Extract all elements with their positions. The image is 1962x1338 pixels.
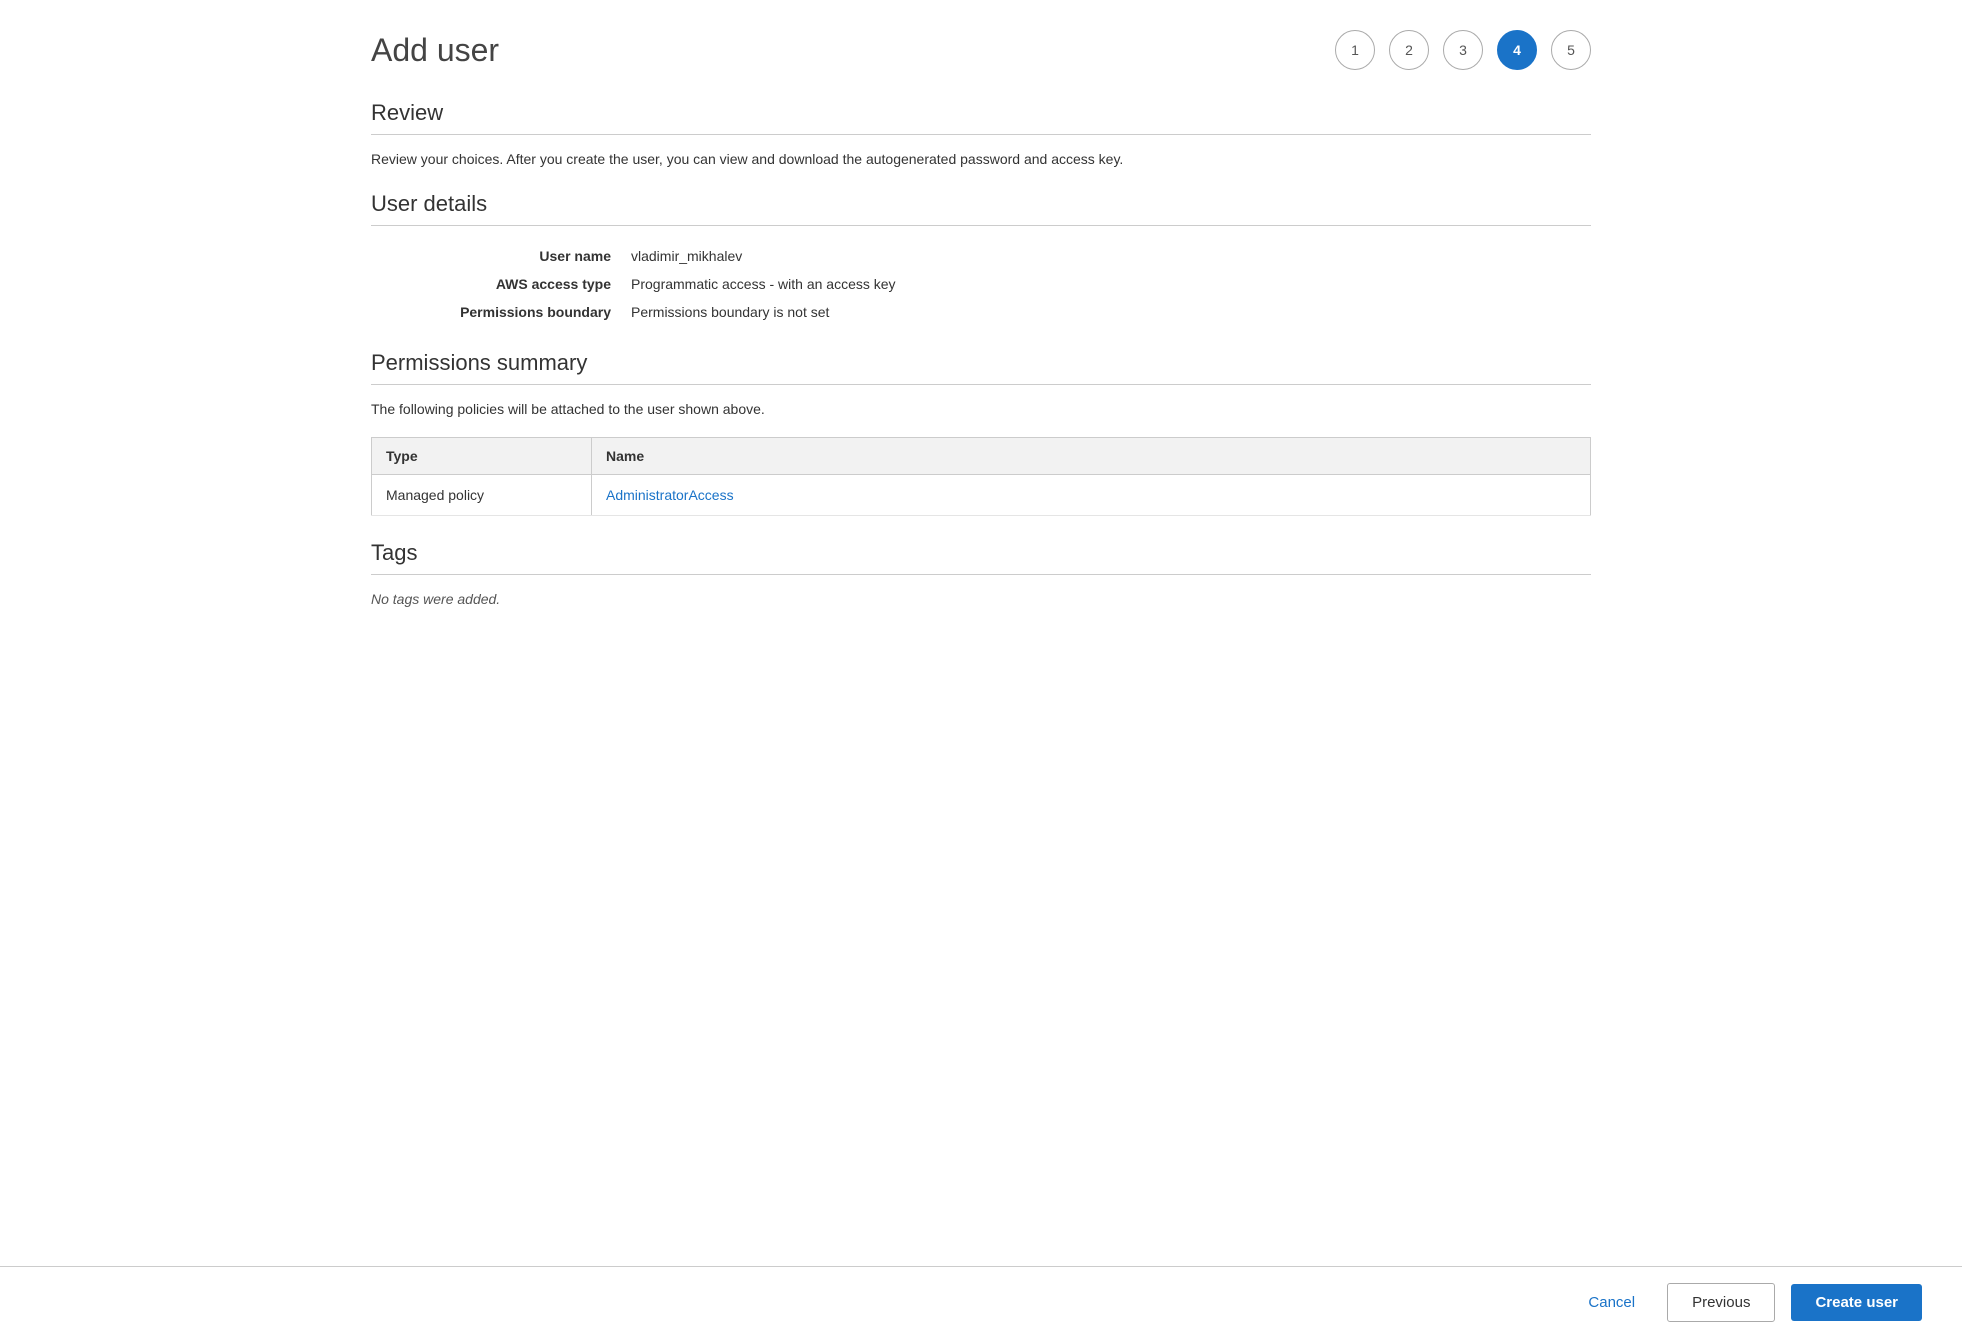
step-4[interactable]: 4 — [1497, 30, 1537, 70]
tags-divider — [371, 574, 1591, 575]
access-type-value: Programmatic access - with an access key — [631, 276, 896, 292]
step-indicators: 1 2 3 4 5 — [1335, 30, 1591, 70]
permissions-summary-title: Permissions summary — [371, 350, 1591, 376]
review-divider — [371, 134, 1591, 135]
type-column-header: Type — [372, 438, 592, 475]
user-name-value: vladimir_mikhalev — [631, 248, 742, 264]
step-2[interactable]: 2 — [1389, 30, 1429, 70]
permissions-table: Type Name Managed policy AdministratorAc… — [371, 437, 1591, 516]
tags-title: Tags — [371, 540, 1591, 566]
review-section: Review Review your choices. After you cr… — [371, 100, 1591, 167]
policy-type-cell: Managed policy — [372, 475, 592, 516]
name-column-header: Name — [592, 438, 1591, 475]
permissions-summary-divider — [371, 384, 1591, 385]
review-title: Review — [371, 100, 1591, 126]
tags-empty-message: No tags were added. — [371, 591, 1591, 607]
policy-name-cell: AdministratorAccess — [592, 475, 1591, 516]
step-3[interactable]: 3 — [1443, 30, 1483, 70]
permissions-boundary-value: Permissions boundary is not set — [631, 304, 829, 320]
page-title: Add user — [371, 32, 499, 69]
permissions-boundary-label: Permissions boundary — [371, 304, 631, 320]
access-type-row: AWS access type Programmatic access - wi… — [371, 270, 1591, 298]
create-user-button[interactable]: Create user — [1791, 1284, 1922, 1321]
user-name-label: User name — [371, 248, 631, 264]
permissions-summary-description: The following policies will be attached … — [371, 401, 1591, 417]
review-description: Review your choices. After you create th… — [371, 151, 1591, 167]
user-details-section: User details User name vladimir_mikhalev… — [371, 191, 1591, 326]
access-type-label: AWS access type — [371, 276, 631, 292]
permissions-summary-section: Permissions summary The following polici… — [371, 350, 1591, 516]
step-5[interactable]: 5 — [1551, 30, 1591, 70]
tags-section: Tags No tags were added. — [371, 540, 1591, 607]
user-name-row: User name vladimir_mikhalev — [371, 242, 1591, 270]
user-details-table: User name vladimir_mikhalev AWS access t… — [371, 242, 1591, 326]
footer-bar: Cancel Previous Create user — [0, 1266, 1962, 1338]
table-row: Managed policy AdministratorAccess — [372, 475, 1591, 516]
user-details-divider — [371, 225, 1591, 226]
step-1[interactable]: 1 — [1335, 30, 1375, 70]
administrator-access-link[interactable]: AdministratorAccess — [606, 487, 734, 503]
page-container: Add user 1 2 3 4 5 Review Review your ch… — [331, 0, 1631, 1258]
user-details-title: User details — [371, 191, 1591, 217]
cancel-button[interactable]: Cancel — [1572, 1286, 1651, 1319]
permissions-boundary-row: Permissions boundary Permissions boundar… — [371, 298, 1591, 326]
permissions-table-header-row: Type Name — [372, 438, 1591, 475]
header: Add user 1 2 3 4 5 — [371, 30, 1591, 70]
previous-button[interactable]: Previous — [1667, 1283, 1775, 1322]
